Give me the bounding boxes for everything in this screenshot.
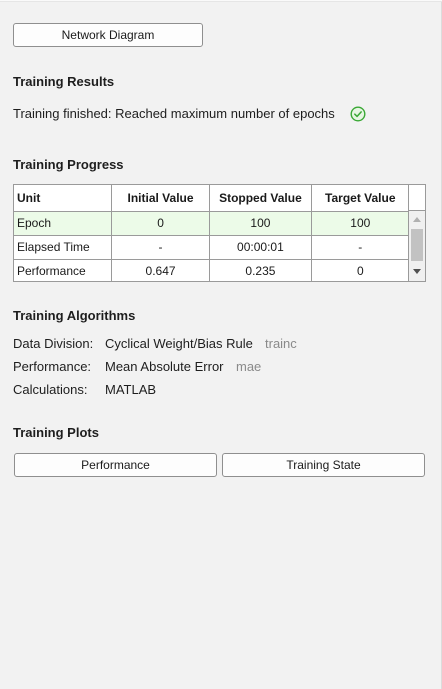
cell-initial: 0 bbox=[111, 211, 211, 236]
scroll-down-arrow-icon[interactable] bbox=[413, 269, 421, 274]
training-progress-title: Training Progress bbox=[13, 157, 124, 172]
cell-stopped: 100 bbox=[209, 211, 312, 236]
cell-stopped: 00:00:01 bbox=[209, 235, 312, 260]
column-header-unit[interactable]: Unit bbox=[14, 185, 112, 212]
cell-target: 100 bbox=[311, 211, 411, 236]
top-divider bbox=[0, 0, 442, 2]
calculations-value: MATLAB bbox=[105, 382, 157, 397]
training-algorithms-title: Training Algorithms bbox=[13, 308, 136, 323]
scroll-up-arrow-icon[interactable] bbox=[413, 217, 421, 222]
cell-stopped: 0.235 bbox=[209, 259, 312, 281]
training-status-text: Training finished: Reached maximum numbe… bbox=[13, 106, 335, 121]
performance-plot-button[interactable]: Performance bbox=[14, 453, 217, 477]
column-header-stopped-value[interactable]: Stopped Value bbox=[209, 185, 312, 212]
performance-code: mae bbox=[236, 359, 262, 374]
scrollbar-thumb[interactable] bbox=[411, 229, 423, 261]
training-results-title: Training Results bbox=[13, 74, 115, 89]
performance-label: Performance: bbox=[13, 359, 92, 374]
check-circle-icon bbox=[350, 106, 366, 125]
cell-initial: 0.647 bbox=[111, 259, 211, 281]
table-row[interactable]: Elapsed Time - 00:00:01 - bbox=[14, 235, 411, 260]
training-panel: Network Diagram Training Results Trainin… bbox=[0, 0, 442, 689]
table-header-row: Unit Initial Value Stopped Value Target … bbox=[14, 185, 411, 212]
cell-target: - bbox=[311, 235, 411, 260]
scrollbar-header-cell bbox=[409, 185, 425, 211]
column-header-initial-value[interactable]: Initial Value bbox=[111, 185, 211, 212]
data-division-label: Data Division: bbox=[13, 336, 94, 351]
calculations-label: Calculations: bbox=[13, 382, 88, 397]
table-scrollbar[interactable] bbox=[408, 185, 425, 281]
performance-value: Mean Absolute Error bbox=[105, 359, 224, 374]
table-row[interactable]: Epoch 0 100 100 bbox=[14, 211, 411, 236]
training-plots-title: Training Plots bbox=[13, 425, 99, 440]
training-state-plot-button[interactable]: Training State bbox=[222, 453, 425, 477]
cell-unit: Performance bbox=[14, 259, 112, 281]
cell-unit: Elapsed Time bbox=[14, 235, 112, 260]
column-header-target-value[interactable]: Target Value bbox=[311, 185, 411, 212]
cell-initial: - bbox=[111, 235, 211, 260]
training-progress-table[interactable]: Unit Initial Value Stopped Value Target … bbox=[13, 184, 426, 282]
table-row[interactable]: Performance 0.647 0.235 0 bbox=[14, 259, 411, 281]
data-division-value: Cyclical Weight/Bias Rule bbox=[105, 336, 253, 351]
cell-unit: Epoch bbox=[14, 211, 112, 236]
data-division-code: trainc bbox=[265, 336, 297, 351]
cell-target: 0 bbox=[311, 259, 411, 281]
network-diagram-button[interactable]: Network Diagram bbox=[13, 23, 203, 47]
